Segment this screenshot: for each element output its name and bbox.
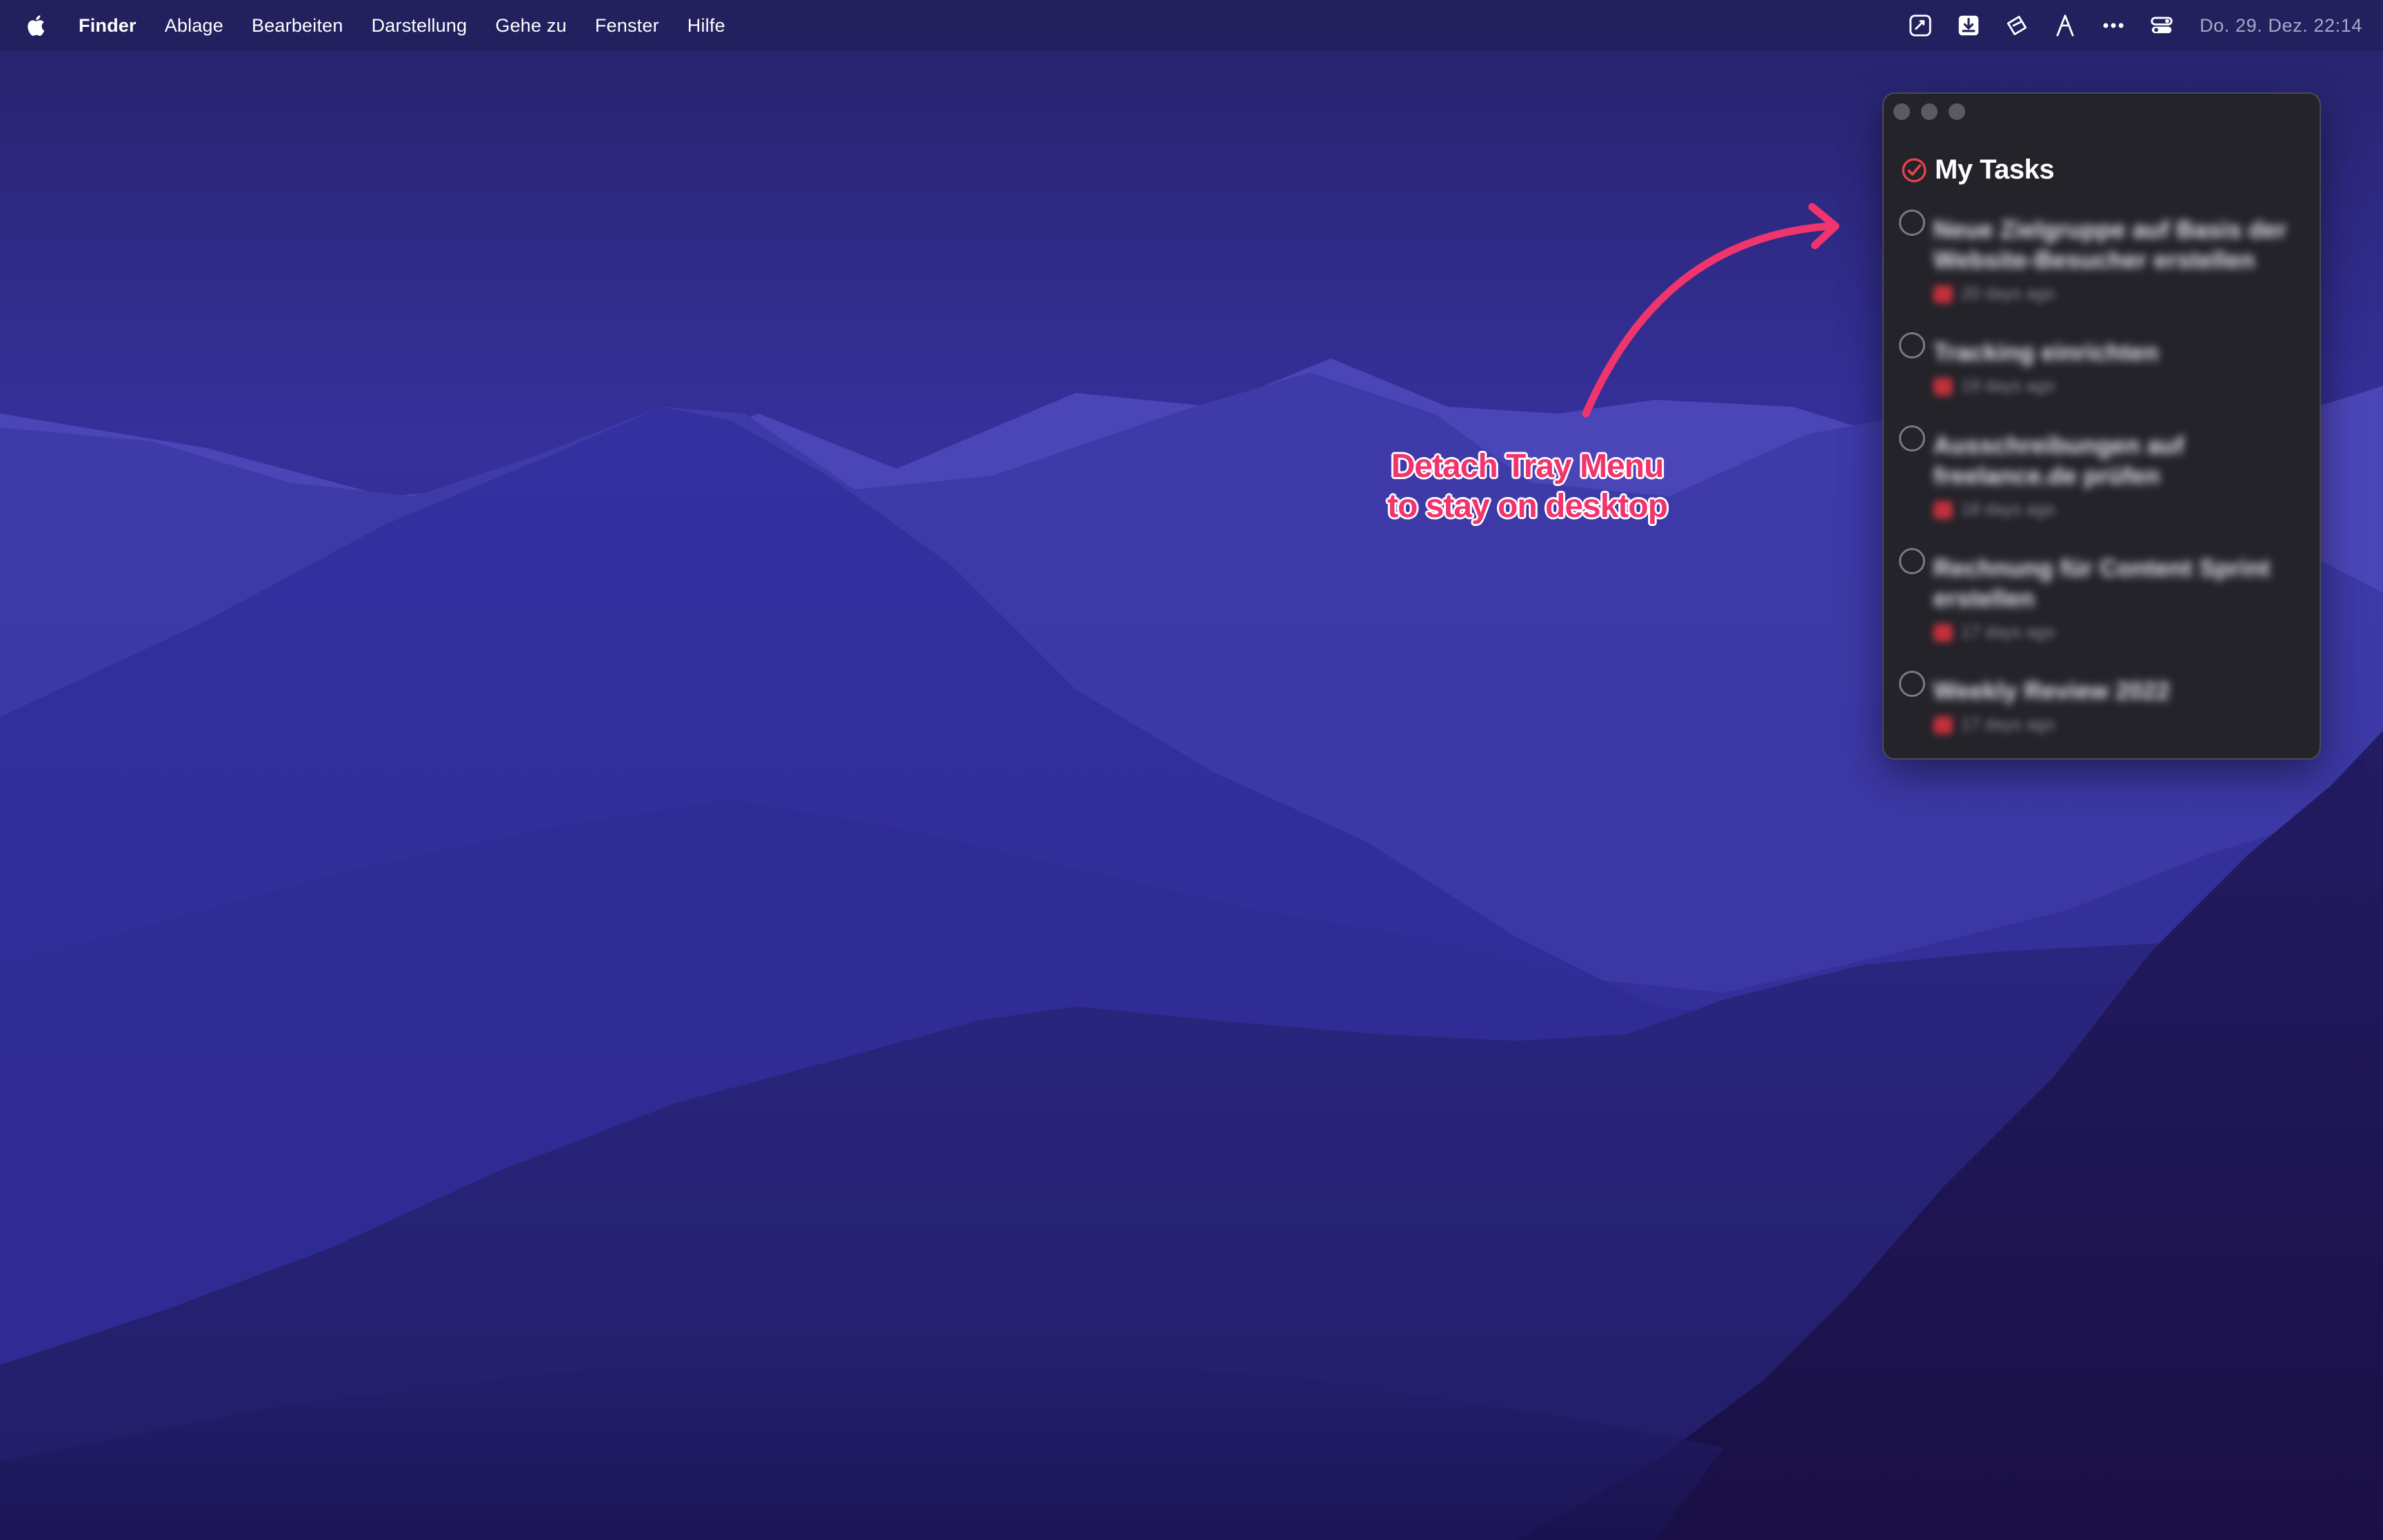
- menu-bar: Finder Ablage Bearbeiten Darstellung Geh…: [0, 0, 2383, 51]
- task-due: 17 days ago: [1961, 715, 2055, 734]
- task-item[interactable]: Neue Zielgruppe auf Basis der Website-Be…: [1899, 210, 2313, 332]
- sync-icon[interactable]: [1904, 10, 1936, 41]
- task-title: Weekly Review 2022: [1933, 678, 2171, 705]
- task-title: Tracking einrichten: [1933, 339, 2159, 366]
- checkbox-checked-icon: [1902, 158, 1927, 182]
- task-checkbox[interactable]: [1899, 548, 1925, 574]
- apple-logo-icon[interactable]: [23, 10, 51, 41]
- status-area: Do. 29. Dez. 22:14: [1888, 0, 2362, 51]
- task-checkbox[interactable]: [1899, 332, 1925, 358]
- tasks-window[interactable]: My Tasks Neue Zielgruppe auf Basis der W…: [1882, 92, 2321, 760]
- due-date-icon: [1933, 716, 1953, 734]
- task-list: Neue Zielgruppe auf Basis der Website-Be…: [1899, 210, 2313, 758]
- menubar-clock[interactable]: Do. 29. Dez. 22:14: [2200, 15, 2362, 37]
- due-date-icon: [1933, 377, 1953, 396]
- download-tray-icon[interactable]: [1953, 10, 1984, 41]
- task-item[interactable]: Ausschreibungen auf freelance.de prüfen …: [1899, 425, 2313, 548]
- window-header: My Tasks: [1900, 154, 2055, 185]
- task-due: 20 days ago: [1961, 284, 2055, 303]
- menu-hilfe[interactable]: Hilfe: [687, 15, 725, 37]
- menu-bearbeiten[interactable]: Bearbeiten: [252, 15, 343, 37]
- annotation-arrow: [1582, 203, 1840, 418]
- task-item[interactable]: Rechnung für Content Sprint erstellen 17…: [1899, 548, 2313, 671]
- annotation-label: Detach Tray Menu to stay on desktop: [1372, 447, 1682, 527]
- triangle-logo-icon[interactable]: [2049, 10, 2081, 41]
- annotation-line-1: Detach Tray Menu: [1391, 448, 1665, 485]
- zoom-button[interactable]: [1949, 103, 1965, 120]
- task-title: Ausschreibungen auf freelance.de prüfen: [1933, 432, 2184, 489]
- menu-ablage[interactable]: Ablage: [165, 15, 223, 37]
- task-checkbox[interactable]: [1899, 671, 1925, 697]
- task-item[interactable]: Tracking einrichten 19 days ago: [1899, 332, 2313, 425]
- task-checkbox[interactable]: [1899, 210, 1925, 236]
- due-date-icon: [1933, 500, 1953, 519]
- menu-gehe-zu[interactable]: Gehe zu: [495, 15, 566, 37]
- task-title: Neue Zielgruppe auf Basis der Website-Be…: [1933, 216, 2287, 274]
- due-date-icon: [1933, 623, 1953, 642]
- control-center-icon[interactable]: [2146, 10, 2178, 41]
- annotation-line-2: to stay on desktop: [1387, 488, 1668, 525]
- task-due: 18 days ago: [1961, 500, 2055, 519]
- more-dots-icon[interactable]: [2098, 10, 2129, 41]
- menu-fenster[interactable]: Fenster: [595, 15, 659, 37]
- minimize-button[interactable]: [1921, 103, 1938, 120]
- task-checkbox[interactable]: [1899, 425, 1925, 452]
- menu-darstellung[interactable]: Darstellung: [372, 15, 467, 37]
- magic-wand-icon[interactable]: [2001, 10, 2033, 41]
- task-due: 17 days ago: [1961, 622, 2055, 642]
- menu-app-finder[interactable]: Finder: [79, 15, 137, 37]
- due-date-icon: [1933, 285, 1953, 303]
- task-title: Rechnung für Content Sprint erstellen: [1933, 555, 2271, 612]
- window-title: My Tasks: [1935, 154, 2055, 185]
- task-due: 19 days ago: [1961, 376, 2055, 396]
- task-item[interactable]: Weekly Review 2022 17 days ago: [1899, 671, 2313, 758]
- window-controls: [1893, 103, 1976, 120]
- close-button[interactable]: [1893, 103, 1910, 120]
